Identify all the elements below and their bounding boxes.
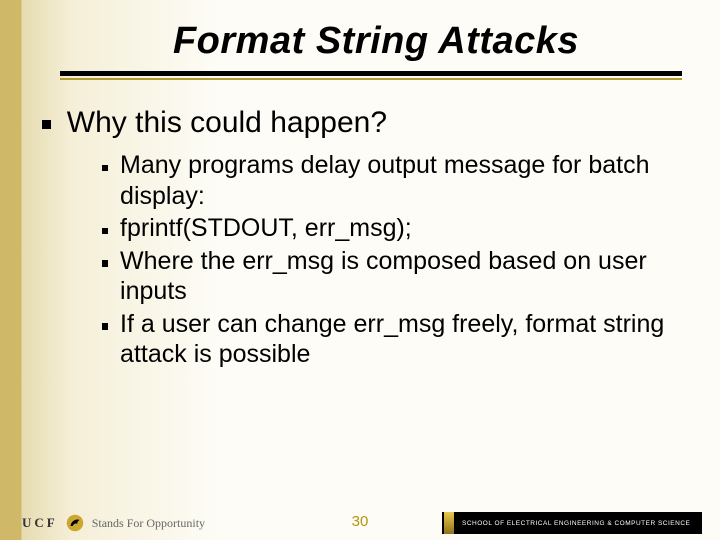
square-bullet-icon	[102, 321, 108, 332]
pegasus-icon	[66, 514, 84, 532]
gold-strip-icon	[444, 512, 454, 534]
ucf-letters: UCF	[22, 515, 58, 531]
ucf-logo-block: UCF Stands For Opportunity	[22, 514, 205, 532]
content-area: Why this could happen? Many programs del…	[20, 106, 692, 370]
list-item: If a user can change err_msg freely, for…	[102, 309, 682, 370]
list-item: fprintf(STDOUT, err_msg);	[102, 213, 682, 244]
school-badge: SCHOOL OF ELECTRICAL ENGINEERING & COMPU…	[442, 512, 702, 534]
bullet-text: fprintf(STDOUT, err_msg);	[120, 213, 412, 244]
square-bullet-icon	[42, 116, 51, 132]
sub-bullets: Many programs delay output message for b…	[42, 150, 692, 370]
bullet-text: Many programs delay output message for b…	[120, 150, 682, 211]
heading-item: Why this could happen?	[42, 106, 692, 140]
list-item: Many programs delay output message for b…	[102, 150, 682, 211]
page-number: 30	[352, 513, 369, 530]
square-bullet-icon	[102, 258, 108, 269]
bullet-text: If a user can change err_msg freely, for…	[120, 309, 682, 370]
list-item: Where the err_msg is composed based on u…	[102, 246, 682, 307]
footer: UCF Stands For Opportunity 30 SCHOOL OF …	[0, 500, 720, 540]
heading-text: Why this could happen?	[67, 106, 387, 140]
title-underline	[60, 71, 682, 80]
slide-title: Format String Attacks	[80, 20, 672, 71]
bullet-text: Where the err_msg is composed based on u…	[120, 246, 682, 307]
school-label: SCHOOL OF ELECTRICAL ENGINEERING & COMPU…	[462, 520, 690, 527]
square-bullet-icon	[102, 162, 108, 173]
square-bullet-icon	[102, 225, 108, 236]
slide: Format String Attacks Why this could hap…	[0, 0, 720, 540]
ucf-tagline: Stands For Opportunity	[92, 516, 205, 531]
